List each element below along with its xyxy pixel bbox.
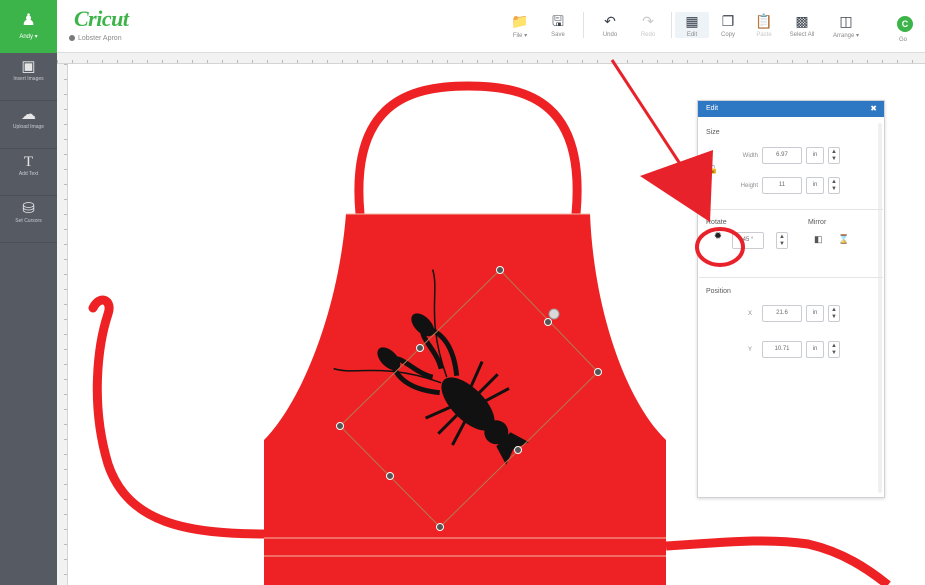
- arrange-button[interactable]: ◫ Arrange ▾: [829, 12, 863, 39]
- width-input[interactable]: 6.97: [762, 147, 802, 164]
- panel-scrollbar[interactable]: [878, 123, 882, 493]
- redo-button-label: Redo: [640, 32, 656, 38]
- user-icon: ♟: [21, 12, 36, 29]
- arrange-button-label: Arrange ▾: [832, 33, 860, 39]
- mirror-vertical-button[interactable]: ⌛: [838, 234, 849, 245]
- edit-panel: Edit ✖ Size Width 6.97 in ▲ ▼ 🔓 Height 11…: [697, 100, 885, 498]
- x-unit[interactable]: in: [806, 305, 824, 322]
- arrange-icon: ◫: [839, 13, 853, 29]
- rotate-handle: [548, 308, 560, 320]
- sidebar-item-label: Add Text: [18, 171, 39, 177]
- selection-handle: [544, 318, 552, 326]
- shirt-icon: ⛁: [22, 200, 35, 217]
- selection-handle: [514, 446, 522, 454]
- sidebar-item-label: Insert Images: [13, 76, 44, 82]
- edit-icon: ▦: [685, 13, 699, 29]
- user-menu[interactable]: ♟ Andy ▾: [0, 0, 57, 53]
- height-label: Height: [740, 183, 758, 189]
- x-label: X: [747, 311, 752, 317]
- left-sidebar: ♟ Andy ▾ ▣ Insert Images ☁ Upload Image …: [0, 0, 57, 585]
- select-all-button-label: Select All: [789, 32, 815, 38]
- apron-right-tie: [665, 536, 891, 585]
- apron-neck-strap: [354, 81, 582, 215]
- sidebar-item-upload-image[interactable]: ☁ Upload Image: [0, 103, 57, 149]
- ruler-vertical: [57, 64, 68, 585]
- section-divider: [699, 277, 883, 278]
- close-icon[interactable]: ✖: [870, 104, 877, 113]
- toolbar-divider: [583, 12, 584, 38]
- redo-icon: ↷: [642, 13, 654, 29]
- selection-handle: [594, 368, 602, 376]
- y-label: Y: [747, 347, 752, 353]
- sidebar-item-label: Upload Image: [12, 124, 45, 130]
- text-icon: T: [23, 154, 34, 170]
- copy-icon: ❐: [721, 13, 735, 29]
- size-section-title: Size: [706, 129, 720, 136]
- select-all-icon: ▩: [795, 13, 809, 29]
- height-stepper[interactable]: ▲ ▼: [828, 177, 840, 194]
- height-unit[interactable]: in: [806, 177, 824, 194]
- top-header: Cricut Lobster Apron 📁 File ▾ 🖫 Save ↶ Undo…: [57, 0, 925, 53]
- project-name-label: Lobster Apron: [78, 35, 122, 42]
- cloud-upload-icon: ☁: [21, 106, 36, 123]
- sidebar-item-add-text[interactable]: T Add Text: [0, 150, 57, 196]
- save-button-label: Save: [551, 32, 565, 38]
- ruler-horizontal: [57, 53, 925, 64]
- edit-panel-title: Edit: [706, 105, 719, 112]
- edit-panel-header: Edit ✖: [698, 101, 884, 117]
- undo-button-label: Undo: [602, 32, 618, 38]
- edit-button-label: Edit: [686, 32, 698, 38]
- copy-button[interactable]: ❐ Copy: [711, 12, 745, 38]
- sidebar-item-label: Set Cursors: [15, 218, 42, 224]
- selection-handle: [436, 523, 444, 531]
- rotate-section-title: Rotate: [706, 219, 727, 226]
- folder-icon: 📁: [511, 13, 529, 29]
- y-position-input[interactable]: 10.71: [762, 341, 802, 358]
- height-input[interactable]: 11: [762, 177, 802, 194]
- width-stepper[interactable]: ▲ ▼: [828, 147, 840, 164]
- width-label: Width: [742, 153, 758, 159]
- save-icon: 🖫: [552, 13, 564, 29]
- copy-button-label: Copy: [720, 32, 735, 38]
- selection-handle: [336, 422, 344, 430]
- apron-left-tie: [88, 295, 273, 539]
- rotate-icon: ✹: [713, 231, 723, 242]
- edit-button[interactable]: ▦ Edit: [675, 12, 709, 38]
- redo-button[interactable]: ↷ Redo: [631, 12, 665, 38]
- go-button[interactable]: C: [897, 16, 913, 32]
- undo-button[interactable]: ↶ Undo: [593, 12, 627, 38]
- section-divider: [699, 209, 883, 210]
- sidebar-item-insert-images[interactable]: ▣ Insert Images: [0, 55, 57, 101]
- y-unit[interactable]: in: [806, 341, 824, 358]
- image-icon: ▣: [21, 58, 36, 75]
- select-all-button[interactable]: ▩ Select All: [785, 12, 819, 38]
- selection-handle: [386, 472, 394, 480]
- x-stepper[interactable]: ▲ ▼: [828, 305, 840, 322]
- rotate-input[interactable]: 45 °: [732, 232, 764, 249]
- rotate-stepper[interactable]: ▲ ▼: [776, 232, 788, 249]
- file-button[interactable]: 📁 File ▾: [503, 12, 537, 39]
- paste-button[interactable]: 📋 Paste: [747, 12, 781, 38]
- file-button-label: File ▾: [512, 33, 528, 39]
- position-section-title: Position: [706, 288, 731, 295]
- project-icon: [69, 35, 75, 41]
- go-button-label: Go: [899, 37, 908, 43]
- y-stepper[interactable]: ▲ ▼: [828, 341, 840, 358]
- mirror-horizontal-button[interactable]: ◧: [814, 234, 823, 245]
- paste-icon: 📋: [755, 13, 773, 29]
- user-name: Andy ▾: [19, 34, 38, 40]
- project-name[interactable]: Lobster Apron: [69, 35, 122, 42]
- sidebar-item-set-cursors[interactable]: ⛁ Set Cursors: [0, 197, 57, 243]
- lock-aspect-icon[interactable]: 🔓: [708, 165, 718, 174]
- paste-button-label: Paste: [756, 32, 772, 38]
- cricut-logo[interactable]: Cricut: [74, 6, 129, 32]
- toolbar-divider: [671, 12, 672, 38]
- save-button[interactable]: 🖫 Save: [541, 12, 575, 38]
- mirror-section-title: Mirror: [808, 219, 827, 226]
- selection-handle: [496, 266, 504, 274]
- width-unit[interactable]: in: [806, 147, 824, 164]
- selection-handle: [416, 344, 424, 352]
- undo-icon: ↶: [604, 13, 616, 29]
- x-position-input[interactable]: 21.6: [762, 305, 802, 322]
